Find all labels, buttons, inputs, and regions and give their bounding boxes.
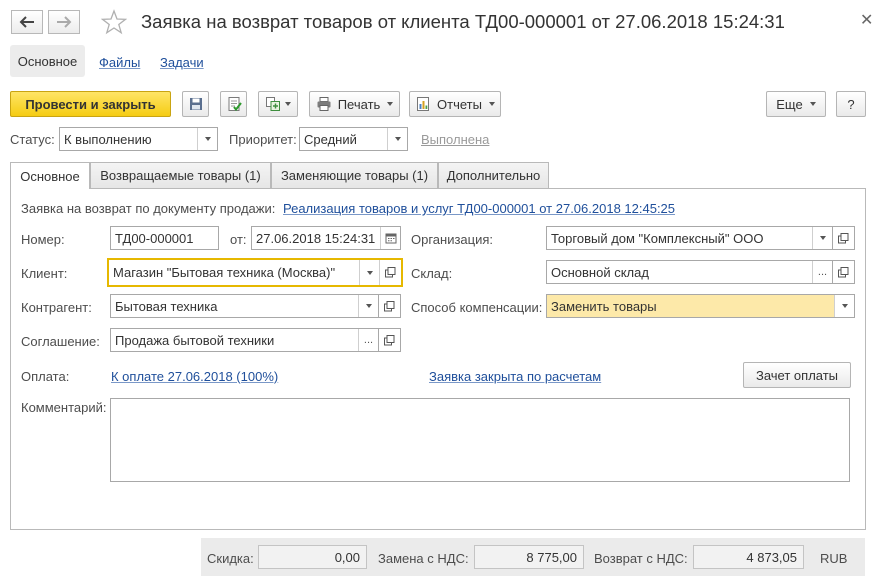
sale-doc-label: Заявка на возврат по документу продажи: <box>21 201 276 216</box>
status-select[interactable]: К выполнению <box>59 127 218 151</box>
tab-main[interactable]: Основное <box>10 162 90 189</box>
open-agreement-button[interactable] <box>379 328 401 352</box>
organization-field[interactable]: Торговый дом "Комплексный" ООО <box>546 226 833 250</box>
star-icon[interactable] <box>101 9 127 35</box>
open-icon <box>838 266 849 277</box>
dropdown-icon[interactable] <box>358 295 378 317</box>
print-button[interactable]: Печать <box>309 91 400 117</box>
replace-total-value: 8 775,00 <box>474 545 584 569</box>
organization-label: Организация: <box>411 232 494 247</box>
dropdown-icon[interactable] <box>359 260 379 285</box>
save-icon <box>189 98 202 110</box>
priority-select[interactable]: Средний <box>299 127 408 151</box>
tab-returned-goods[interactable]: Возвращаемые товары (1) <box>90 162 271 188</box>
create-based-on-button[interactable] <box>258 91 298 117</box>
chevron-down-icon <box>488 102 495 106</box>
counterparty-label: Контрагент: <box>21 300 92 315</box>
create-based-icon <box>266 97 280 111</box>
more-button[interactable]: Еще <box>766 91 826 117</box>
form-tab-tasks[interactable]: Задачи <box>160 55 204 70</box>
tab-replacement-goods[interactable]: Заменяющие товары (1) <box>271 162 438 188</box>
forward-button[interactable] <box>48 10 80 34</box>
discount-label: Скидка: <box>207 551 254 566</box>
open-organization-button[interactable] <box>833 226 855 250</box>
done-link[interactable]: Выполнена <box>421 132 489 147</box>
select-dots-icon[interactable]: ... <box>358 329 378 351</box>
replace-total-label: Замена с НДС: <box>378 551 469 566</box>
agreement-label: Соглашение: <box>21 334 100 349</box>
open-icon[interactable] <box>379 260 401 285</box>
post-icon <box>228 97 242 112</box>
open-icon <box>384 334 395 345</box>
warehouse-label: Склад: <box>411 266 453 281</box>
forward-arrow-icon <box>57 16 72 28</box>
chevron-down-icon <box>387 102 394 106</box>
dropdown-icon[interactable] <box>387 128 407 150</box>
return-total-value: 4 873,05 <box>693 545 804 569</box>
close-icon[interactable]: ✕ <box>860 10 873 30</box>
client-label: Клиент: <box>21 266 68 281</box>
chevron-down-icon <box>809 102 816 106</box>
open-counterparty-button[interactable] <box>379 294 401 318</box>
dropdown-icon[interactable] <box>812 227 832 249</box>
currency-label: RUB <box>820 551 848 566</box>
chevron-down-icon <box>285 102 291 106</box>
back-button[interactable] <box>11 10 43 34</box>
form-tab-main[interactable]: Основное <box>10 45 85 77</box>
closed-by-settlements-link[interactable]: Заявка закрыта по расчетам <box>429 369 601 384</box>
date-field[interactable]: 27.06.2018 15:24:31 <box>251 226 401 250</box>
open-warehouse-button[interactable] <box>833 260 855 284</box>
calendar-icon[interactable] <box>380 227 400 249</box>
compensation-label: Способ компенсации: <box>411 300 543 315</box>
reports-icon <box>417 97 430 111</box>
window-title: Заявка на возврат товаров от клиента ТД0… <box>141 11 785 32</box>
date-label: от: <box>230 232 247 247</box>
agreement-field[interactable]: Продажа бытовой техники ... <box>110 328 379 352</box>
counterparty-field[interactable]: Бытовая техника <box>110 294 379 318</box>
payment-link[interactable]: К оплате 27.06.2018 (100%) <box>111 369 278 384</box>
comment-textarea[interactable] <box>110 398 850 482</box>
open-icon <box>384 300 395 311</box>
post-button[interactable] <box>220 91 247 117</box>
client-field[interactable]: Магазин "Бытовая техника (Москва)" <box>107 258 403 287</box>
discount-value: 0,00 <box>258 545 367 569</box>
print-icon <box>317 97 331 111</box>
number-field[interactable]: ТД00-000001 <box>110 226 219 250</box>
priority-label: Приоритет: <box>229 132 297 147</box>
sale-doc-link[interactable]: Реализация товаров и услуг ТД00-000001 о… <box>283 201 675 216</box>
status-label: Статус: <box>10 132 55 147</box>
payment-offset-button[interactable]: Зачет оплаты <box>743 362 851 388</box>
save-button[interactable] <box>182 91 209 117</box>
back-arrow-icon <box>19 16 34 28</box>
comment-label: Комментарий: <box>21 400 107 415</box>
return-total-label: Возврат с НДС: <box>594 551 688 566</box>
payment-label: Оплата: <box>21 369 70 384</box>
open-icon <box>838 232 849 243</box>
dropdown-icon[interactable] <box>197 128 217 150</box>
compensation-select[interactable]: Заменить товары <box>546 294 855 318</box>
post-and-close-button[interactable]: Провести и закрыть <box>10 91 171 117</box>
tab-additional[interactable]: Дополнительно <box>438 162 549 188</box>
dropdown-icon[interactable] <box>834 295 854 317</box>
select-dots-icon[interactable]: ... <box>812 261 832 283</box>
reports-button[interactable]: Отчеты <box>409 91 501 117</box>
help-button[interactable]: ? <box>836 91 866 117</box>
number-label: Номер: <box>21 232 65 247</box>
form-tab-files[interactable]: Файлы <box>99 55 140 70</box>
warehouse-field[interactable]: Основной склад ... <box>546 260 833 284</box>
